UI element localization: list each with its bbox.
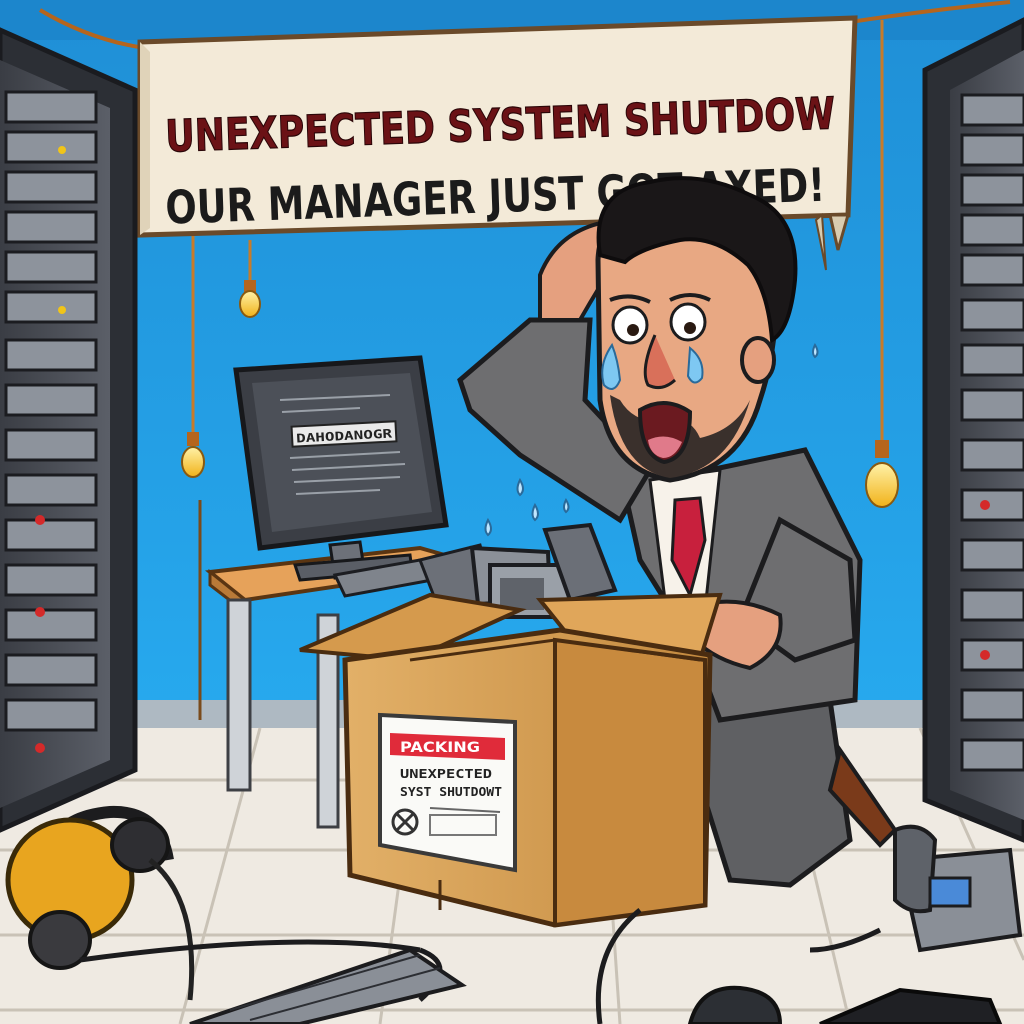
box-label-line1: UNEXPECTED [400, 767, 492, 781]
server-rack-left [0, 27, 138, 833]
server-rack-right [922, 17, 1024, 843]
scene-illustration: UNEXPECTED SYSTEM SHUTDOW OUR MANAGER JU… [0, 0, 1024, 1024]
box-label-tag: PACKING [400, 740, 480, 756]
box-label-line2: SYST SHUTDOWT [400, 785, 502, 799]
cartoon-scene: UNEXPECTED SYSTEM SHUTDOW OUR MANAGER JU… [0, 0, 1024, 1024]
